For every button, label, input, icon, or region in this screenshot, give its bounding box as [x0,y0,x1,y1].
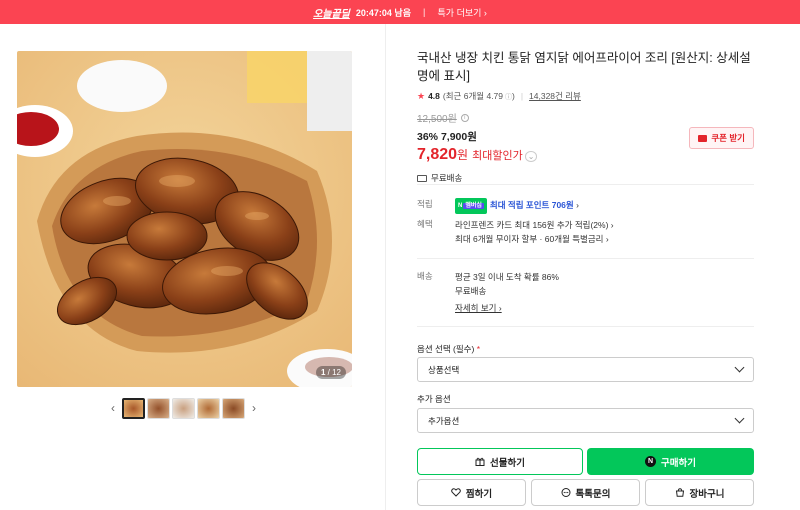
gift-icon [475,457,485,466]
rating-detail: (최근 6개월 4.79 ⓘ) [442,91,515,101]
thumbnail-3[interactable] [172,397,195,419]
thumbnail-5[interactable] [222,397,245,419]
thumbnail-2[interactable] [147,397,170,419]
original-price-row: 12,500원 i [417,110,754,125]
delivery-estimate: 평균 3일 이내 도착 확률 86% [455,272,559,282]
npay-icon: N [645,456,657,467]
column-divider [385,24,386,510]
reviews-link[interactable]: 14,328건 리뷰 [529,90,581,102]
original-price: 12,500원 [417,114,457,125]
max-discount-label: 최대할인가 ⌄ [472,147,538,163]
benefit-installment[interactable]: 최대 6개월 무이자 할부 · 60개월 특별금리 › [455,234,609,244]
truck-icon [417,174,427,182]
info-icon[interactable]: i [460,113,469,122]
wish-button[interactable]: 찜하기 [417,479,526,506]
points-value[interactable]: N 멤버십 최대 적립 포인트 706원 › [455,198,579,214]
max-discount-price: 7,820원 [417,146,469,163]
rating-score: 4.8 [428,91,440,101]
thumbnail-4[interactable] [197,397,220,419]
chevron-down-icon [734,362,745,373]
thumbnail-strip: ‹ › [106,396,261,420]
chevron-down-icon [734,413,745,424]
thumb-next-icon[interactable]: › [247,401,261,415]
benefit-card[interactable]: 라인프렌즈 카드 최대 156원 추가 적립(2%) › [455,220,614,230]
image-counter: 1 / 12 [315,366,346,379]
delivery-fee: 무료배송 [455,286,487,296]
deal-more-link[interactable]: 특가 더보기 › [438,6,487,19]
extra-option-label: 추가 옵션 [417,394,451,404]
product-info: 국내산 냉장 치킨 통닭 염지닭 에어프라이어 조리 [원산지: 상세설명에 표… [417,49,754,184]
coupon-icon [698,134,708,142]
talk-inquiry-button[interactable]: 톡톡문의 [531,479,640,506]
deal-countdown: 20:47:04 남음 [355,7,411,18]
product-main-image[interactable]: 1 / 12 [17,51,352,387]
sale-price: 7,900원 [440,131,477,143]
cart-icon [675,488,684,497]
product-option-select[interactable]: 상품선택 [417,357,754,382]
product-title: 국내산 냉장 치킨 통닭 염지닭 에어프라이어 조리 [원산지: 상세설명에 표… [417,51,751,83]
npay-badge: N 멤버십 [455,198,487,214]
gift-button[interactable]: 선물하기 [417,448,583,475]
star-icon: ★ [417,90,426,101]
thumb-prev-icon[interactable]: ‹ [106,401,120,415]
banner-separator: | [422,7,426,17]
rating-row: ★ 4.8 (최근 6개월 4.79 ⓘ) | 14,328건 리뷰 [417,90,581,102]
chat-icon [561,488,571,497]
heart-icon [451,488,461,497]
option-label: 옵션 선택 (필수) * [417,344,480,354]
extra-option-select[interactable]: 추가옵션 [417,408,754,433]
chicken-photo [17,51,352,387]
deal-brand: 오늘끝딜 [313,8,350,20]
coupon-button[interactable]: 쿠폰 받기 [689,127,754,149]
discount-rate: 36% [417,131,439,143]
cart-button[interactable]: 장바구니 [645,479,754,506]
chevron-down-icon: ⌄ [524,151,538,162]
divider [417,184,754,185]
shipping-row: 무료배송 [417,172,754,184]
thumbnail-1[interactable] [122,397,145,419]
divider [417,326,754,327]
deal-banner[interactable]: 오늘끝딜 20:47:04 남음 | 특가 더보기 › [0,0,800,24]
divider [417,258,754,259]
buy-button[interactable]: N 구매하기 [587,448,754,475]
delivery-detail-link[interactable]: 자세히 보기 › [455,301,502,315]
